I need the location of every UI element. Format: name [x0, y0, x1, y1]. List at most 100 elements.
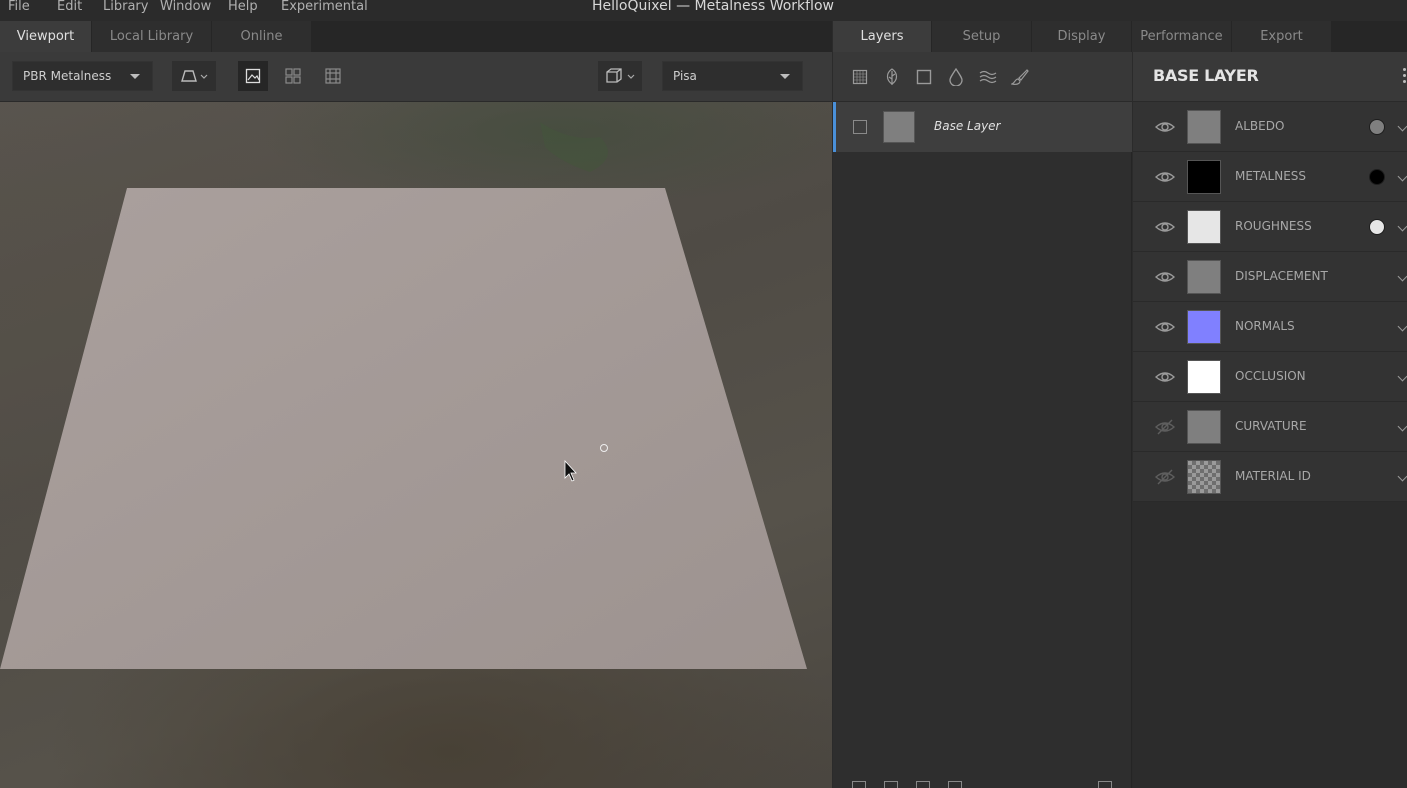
- eye-icon[interactable]: [1155, 367, 1175, 387]
- channel-row-roughness[interactable]: ROUGHNESS: [1133, 202, 1407, 252]
- add-smart-material-button[interactable]: [850, 67, 870, 87]
- viewport-scene: [0, 122, 807, 669]
- grid-4-icon: [285, 68, 301, 84]
- tab-layers[interactable]: Layers: [833, 21, 932, 52]
- view-mode-button[interactable]: [598, 61, 642, 91]
- channel-thumbnail[interactable]: [1187, 210, 1221, 244]
- channel-color-swatch[interactable]: [1369, 219, 1385, 235]
- eye-hidden-icon[interactable]: [1155, 467, 1175, 487]
- eye-icon[interactable]: [1155, 217, 1175, 237]
- 3d-viewport[interactable]: [0, 102, 832, 788]
- channel-row-albedo[interactable]: ALBEDO: [1133, 102, 1407, 152]
- viewport-tab-bar: Viewport Local Library Online: [0, 21, 832, 52]
- grid-view-button[interactable]: [318, 61, 348, 91]
- single-view-button[interactable]: [238, 61, 268, 91]
- camera-mode-button[interactable]: [172, 61, 216, 91]
- channel-row-curvature[interactable]: CURVATURE: [1133, 402, 1407, 452]
- chevron-down-icon: [130, 74, 140, 79]
- eye-icon[interactable]: [1155, 267, 1175, 287]
- smart-material-icon: [852, 69, 868, 85]
- channel-label: DISPLACEMENT: [1235, 269, 1328, 283]
- channel-thumbnail[interactable]: [1187, 310, 1221, 344]
- add-fill-button[interactable]: [946, 67, 966, 87]
- tab-display[interactable]: Display: [1032, 21, 1132, 52]
- channel-label: NORMALS: [1235, 319, 1295, 333]
- chevron-down-icon[interactable]: [1397, 121, 1407, 132]
- new-group-icon[interactable]: [884, 781, 898, 788]
- chevron-down-icon[interactable]: [1397, 371, 1407, 382]
- eye-icon[interactable]: [1155, 317, 1175, 337]
- channel-label: OCCLUSION: [1235, 369, 1306, 383]
- tab-performance[interactable]: Performance: [1132, 21, 1232, 52]
- duplicate-layer-icon[interactable]: [916, 781, 930, 788]
- channel-row-material-id[interactable]: MATERIAL ID: [1133, 452, 1407, 502]
- chevron-down-icon[interactable]: [1397, 271, 1407, 282]
- chevron-down-icon[interactable]: [1397, 471, 1407, 482]
- channel-thumbnail[interactable]: [1187, 410, 1221, 444]
- folder-icon[interactable]: [948, 781, 962, 788]
- cube-view-icon: [606, 68, 635, 83]
- add-effect-button[interactable]: [978, 67, 998, 87]
- chevron-down-icon[interactable]: [1397, 421, 1407, 432]
- material-preview-plane[interactable]: [0, 188, 807, 669]
- leaf-icon: [886, 68, 898, 85]
- tab-setup[interactable]: Setup: [932, 21, 1032, 52]
- environment-dropdown-value: Pisa: [673, 69, 697, 83]
- light-gizmo-icon[interactable]: [600, 444, 608, 452]
- tab-local-library[interactable]: Local Library: [92, 21, 212, 52]
- channel-row-metalness[interactable]: METALNESS: [1133, 152, 1407, 202]
- quad-view-button[interactable]: [278, 61, 308, 91]
- layers-toolbar: [833, 52, 1132, 102]
- environment-dropdown[interactable]: Pisa: [662, 61, 803, 91]
- chevron-down-icon: [780, 74, 790, 79]
- eye-icon[interactable]: [1155, 117, 1175, 137]
- layer-item[interactable]: Base Layer: [833, 102, 1132, 152]
- window-title: HelloQuixel — Metalness Workflow: [592, 0, 834, 14]
- tab-export[interactable]: Export: [1232, 21, 1332, 52]
- chevron-down-icon[interactable]: [1397, 221, 1407, 232]
- channels-header: BASE LAYER: [1133, 52, 1407, 102]
- paint-brush-icon: [1011, 69, 1029, 85]
- channel-thumbnail[interactable]: [1187, 110, 1221, 144]
- layers-panel: Base Layer: [833, 52, 1132, 788]
- new-layer-icon[interactable]: [852, 781, 866, 788]
- add-paint-layer-button[interactable]: [1010, 67, 1030, 87]
- image-view-icon: [245, 68, 261, 84]
- eye-icon[interactable]: [1155, 167, 1175, 187]
- add-layer-button[interactable]: [914, 67, 934, 87]
- square-layer-icon: [916, 69, 932, 85]
- add-material-button[interactable]: [882, 67, 902, 87]
- workflow-dropdown-value: PBR Metalness: [23, 69, 112, 83]
- channel-row-occlusion[interactable]: OCCLUSION: [1133, 352, 1407, 402]
- perspective-camera-icon: [181, 70, 208, 82]
- layer-visibility-checkbox[interactable]: [853, 120, 867, 134]
- channel-label: CURVATURE: [1235, 419, 1307, 433]
- channel-label: ROUGHNESS: [1235, 219, 1312, 233]
- channel-label: ALBEDO: [1235, 119, 1285, 133]
- tab-online[interactable]: Online: [212, 21, 312, 52]
- layer-name: Base Layer: [934, 119, 1001, 133]
- channel-row-normals[interactable]: NORMALS: [1133, 302, 1407, 352]
- channel-row-displacement[interactable]: DISPLACEMENT: [1133, 252, 1407, 302]
- channel-color-swatch[interactable]: [1369, 169, 1385, 185]
- waves-icon: [979, 70, 997, 84]
- channel-color-swatch[interactable]: [1369, 119, 1385, 135]
- drop-icon: [949, 68, 963, 86]
- grid-9-icon: [325, 68, 341, 84]
- channels-title: BASE LAYER: [1153, 66, 1259, 85]
- chevron-down-icon[interactable]: [1397, 171, 1407, 182]
- layers-bottom-toolbar: [833, 776, 1132, 788]
- eye-hidden-icon[interactable]: [1155, 417, 1175, 437]
- panel-tab-bar: Layers Setup Display Performance Export: [833, 21, 1407, 52]
- channel-label: METALNESS: [1235, 169, 1307, 183]
- tab-viewport[interactable]: Viewport: [0, 21, 92, 52]
- channels-panel: BASE LAYER ALBEDO METALNESS ROUGHNESS DISPL…: [1133, 52, 1407, 788]
- channel-thumbnail[interactable]: [1187, 360, 1221, 394]
- channel-thumbnail[interactable]: [1187, 460, 1221, 494]
- more-options-icon[interactable]: [1403, 68, 1407, 86]
- channel-thumbnail[interactable]: [1187, 160, 1221, 194]
- workflow-dropdown[interactable]: PBR Metalness: [12, 61, 153, 91]
- channel-thumbnail[interactable]: [1187, 260, 1221, 294]
- chevron-down-icon[interactable]: [1397, 321, 1407, 332]
- delete-layer-icon[interactable]: [1098, 781, 1112, 788]
